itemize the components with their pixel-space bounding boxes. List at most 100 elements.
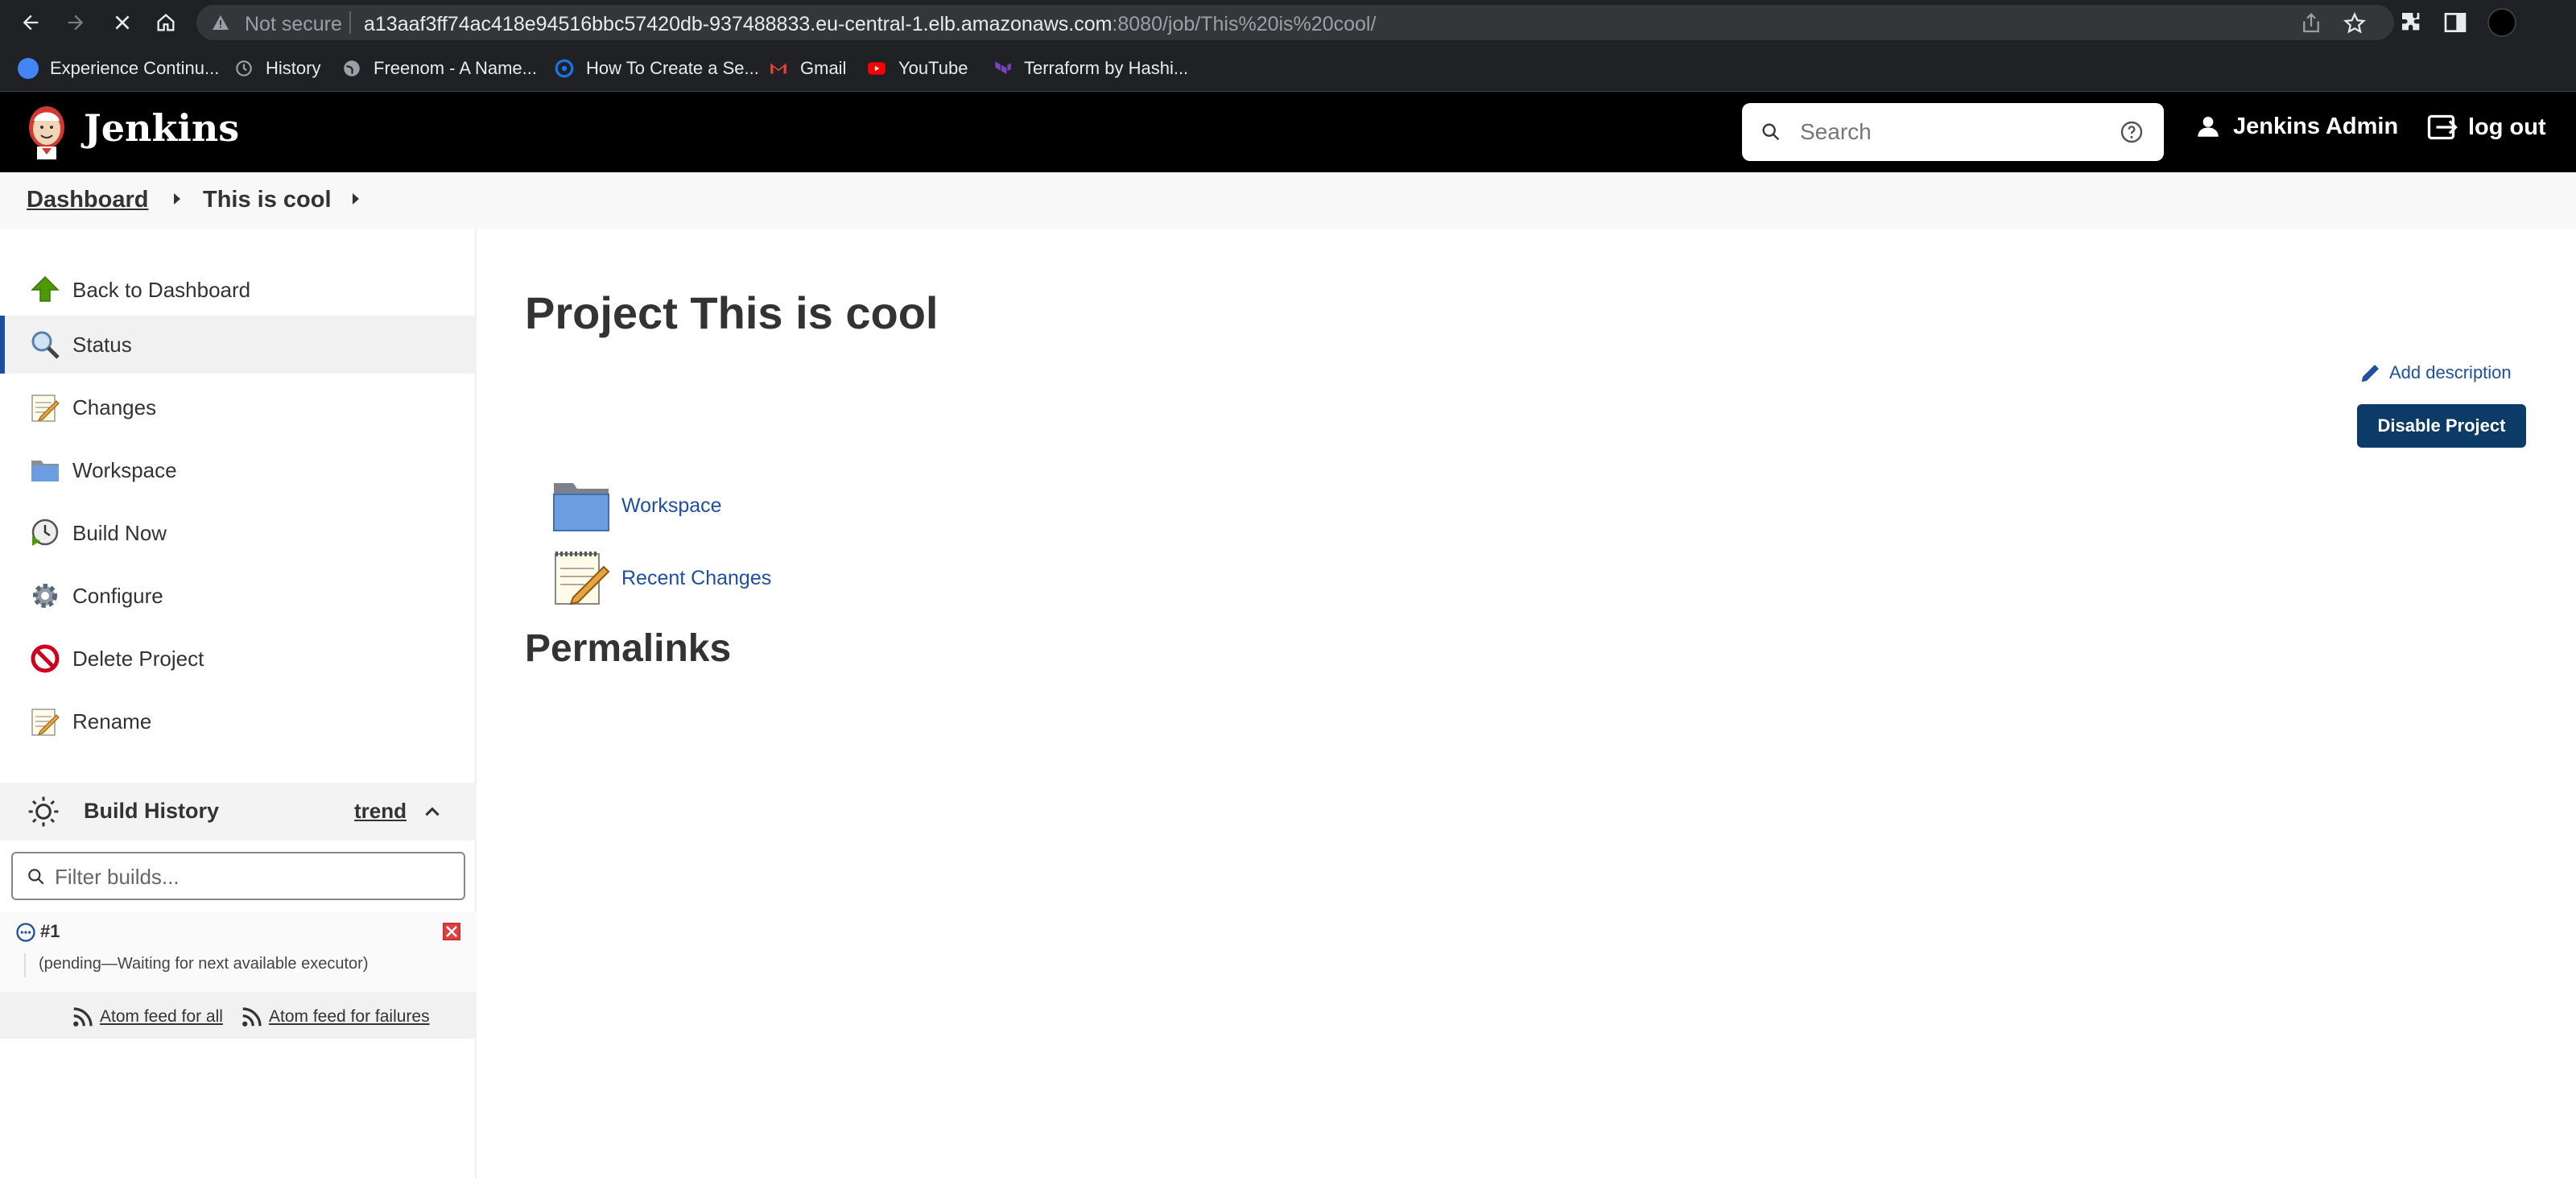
- rss-icon: [242, 1007, 262, 1027]
- sidebar-item-delete-project[interactable]: Delete Project: [0, 630, 477, 688]
- bookmark-4[interactable]: Gmail: [768, 55, 846, 82]
- build-divider: [24, 953, 26, 977]
- atom-feed-all-link[interactable]: Atom feed for all: [71, 1005, 223, 1029]
- build-row: #1 (pending—Waiting for next available e…: [0, 911, 477, 992]
- back-button[interactable]: [14, 6, 47, 39]
- recent-changes-link-label: Recent Changes: [621, 566, 772, 589]
- rss-icon: [73, 1007, 93, 1027]
- bookmark-label: Terraform by Hashi...: [1024, 58, 1189, 78]
- url-host: a13aaf3ff74ac418e94516bbc57420db-9374888…: [364, 13, 1113, 35]
- forward-arrow-icon: [68, 14, 84, 31]
- bookmarks-bar: Experience Continu... History Freenom - …: [0, 45, 2576, 92]
- sidebar-item-rename[interactable]: Rename: [0, 692, 477, 750]
- page-title: Project This is cool: [525, 287, 939, 338]
- add-description-link[interactable]: Add description: [2359, 361, 2512, 385]
- forward-button[interactable]: [60, 6, 92, 39]
- close-icon: [446, 926, 457, 937]
- filter-builds-input[interactable]: [55, 863, 449, 890]
- atom-feed-failures-link[interactable]: Atom feed for failures: [240, 1005, 430, 1029]
- sidebar-item-label: Configure: [72, 583, 163, 608]
- notepad-icon: [31, 709, 60, 736]
- sidebar-item-workspace[interactable]: Workspace: [0, 441, 477, 499]
- jenkins-logo-icon[interactable]: [24, 103, 69, 161]
- app-title[interactable]: Jenkins: [84, 106, 239, 150]
- stop-loading-button[interactable]: [106, 6, 138, 39]
- history-icon: [236, 60, 252, 76]
- build-status-text: (pending—Waiting for next available exec…: [39, 955, 369, 973]
- workspace-link[interactable]: Workspace: [551, 475, 722, 536]
- bookmark-label: Gmail: [800, 58, 847, 78]
- logout-link[interactable]: log out: [2426, 113, 2546, 142]
- extensions-icon[interactable]: [2399, 10, 2425, 35]
- back-arrow-icon: [23, 14, 39, 31]
- bookmark-3[interactable]: How To Create a Se...: [554, 55, 759, 82]
- atom-feed-all-label: Atom feed for all: [100, 1007, 223, 1026]
- cancel-build-icon[interactable]: [443, 923, 460, 940]
- filter-builds-box[interactable]: [11, 852, 465, 900]
- breadcrumb: Dashboard This is cool: [0, 172, 2576, 229]
- close-icon: [115, 15, 130, 30]
- add-description-label: Add description: [2389, 362, 2512, 382]
- sun-icon: [28, 796, 59, 827]
- clock-play-icon: [31, 519, 59, 546]
- url-path: :8080/job/This%20is%20cool/: [1112, 13, 1377, 35]
- site-icon: [555, 59, 574, 78]
- sidebar-item-label: Back to Dashboard: [72, 277, 251, 302]
- help-icon[interactable]: [2119, 119, 2145, 145]
- search-box[interactable]: [1742, 103, 2164, 161]
- build-number[interactable]: #1: [40, 921, 60, 942]
- warning-icon[interactable]: [211, 13, 230, 32]
- gear-icon: [33, 584, 57, 608]
- arrow-up-icon: [31, 275, 60, 302]
- sidebar-item-build-now[interactable]: Build Now: [0, 504, 477, 562]
- bookmark-5[interactable]: YouTube: [866, 55, 968, 82]
- sidebar-item-label: Changes: [72, 395, 157, 419]
- sidebar-item-changes[interactable]: Changes: [0, 378, 477, 436]
- chevron-up-icon[interactable]: [422, 802, 443, 823]
- bookmark-label: How To Create a Se...: [586, 58, 759, 78]
- share-icon[interactable]: [2299, 11, 2323, 35]
- home-icon: [157, 14, 175, 31]
- breadcrumb-chevron-icon[interactable]: [353, 193, 359, 205]
- recent-changes-link[interactable]: Recent Changes: [551, 547, 771, 609]
- search-icon: [28, 869, 44, 885]
- bookmark-6[interactable]: Terraform by Hashi...: [992, 55, 1188, 82]
- breadcrumb-dashboard[interactable]: Dashboard: [27, 187, 148, 213]
- bookmark-0[interactable]: Experience Continu...: [18, 55, 219, 82]
- sidebar-item-back-to-dashboard[interactable]: Back to Dashboard: [0, 261, 477, 319]
- sidebar: Back to Dashboard Status Changes Workspa…: [0, 229, 477, 1179]
- breadcrumb-chevron-icon[interactable]: [174, 193, 180, 205]
- address-bar[interactable]: Not secure a13aaf3ff74ac418e94516bbc5742…: [196, 5, 2394, 40]
- folder-icon: [553, 483, 609, 531]
- disable-project-button[interactable]: Disable Project: [2357, 404, 2526, 448]
- sidebar-item-status[interactable]: Status: [0, 316, 477, 374]
- bookmark-star-icon[interactable]: [2343, 11, 2367, 35]
- permalinks-heading: Permalinks: [525, 627, 732, 670]
- profile-avatar[interactable]: [2487, 8, 2516, 37]
- bookmark-2[interactable]: Freenom - A Name...: [341, 55, 537, 82]
- breadcrumb-job[interactable]: This is cool: [203, 187, 332, 213]
- build-history-header: Build History trend: [0, 783, 477, 841]
- sidebar-item-label: Build Now: [72, 520, 167, 545]
- no-entry-icon: [31, 644, 60, 673]
- atom-feed-failures-label: Atom feed for failures: [269, 1007, 430, 1026]
- logout-label: log out: [2468, 114, 2546, 140]
- search-input[interactable]: [1800, 116, 2106, 148]
- bookmark-label: YouTube: [898, 58, 968, 78]
- folder-icon: [31, 461, 59, 481]
- atom-feeds: Atom feed for all Atom feed for failures: [0, 992, 477, 1039]
- bookmark-1[interactable]: History: [233, 55, 320, 82]
- sidebar-item-label: Rename: [72, 709, 152, 733]
- sidebar-item-configure[interactable]: Configure: [0, 567, 477, 625]
- user-link[interactable]: Jenkins Admin: [2194, 113, 2398, 140]
- sidebar-item-label: Workspace: [72, 457, 177, 482]
- url-text[interactable]: a13aaf3ff74ac418e94516bbc57420db-9374888…: [364, 13, 1376, 36]
- bookmark-label: Experience Continu...: [50, 58, 220, 78]
- user-icon: [2198, 116, 2219, 137]
- trend-link[interactable]: trend: [354, 799, 407, 824]
- side-panel-icon[interactable]: [2442, 10, 2468, 35]
- notepad-icon: [555, 552, 610, 605]
- home-button[interactable]: [150, 6, 182, 39]
- pencil-icon: [2361, 365, 2379, 382]
- not-secure-label: Not secure: [245, 13, 342, 35]
